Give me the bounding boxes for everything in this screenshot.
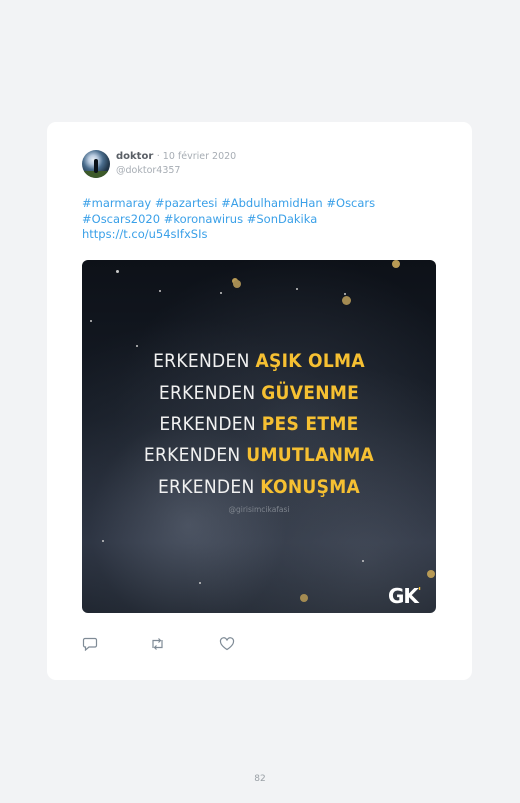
- tweet-date: · 10 février 2020: [156, 151, 237, 162]
- quote-line-4: ERKENDEN UMUTLANMA: [143, 444, 375, 466]
- decor-dot: [159, 290, 161, 292]
- display-name[interactable]: doktor: [116, 151, 153, 162]
- decor-dot: [116, 270, 119, 273]
- decor-dot: [90, 320, 92, 322]
- decor-dot: [233, 280, 241, 288]
- decor-dot: [344, 293, 346, 295]
- like-icon[interactable]: [219, 636, 235, 651]
- decor-dot: [342, 296, 351, 305]
- tweet-card: doktor · 10 février 2020 @doktor4357 #ma…: [47, 122, 472, 680]
- decor-dot: [362, 560, 364, 562]
- reply-icon[interactable]: [82, 636, 98, 652]
- decor-dot: [392, 260, 400, 268]
- decor-dot: [199, 582, 201, 584]
- decor-dot: [136, 345, 138, 347]
- gk-logo: GK': [388, 584, 421, 608]
- decor-dot: [296, 288, 298, 290]
- decor-dot: [220, 292, 222, 294]
- avatar[interactable]: [82, 150, 110, 178]
- decor-dot: [102, 540, 104, 542]
- tweet-text[interactable]: #marmaray #pazartesi #AbdulhamidHan #Osc…: [82, 196, 392, 243]
- quote-line-3: ERKENDEN PES ETME: [159, 413, 359, 435]
- page-number: 82: [254, 774, 266, 784]
- tweet-author: doktor · 10 février 2020: [116, 151, 236, 162]
- decor-dot: [300, 594, 308, 602]
- retweet-icon[interactable]: [149, 636, 165, 650]
- image-watermark: @girisimcikafasi: [228, 505, 290, 514]
- user-handle[interactable]: @doktor4357: [116, 165, 180, 176]
- quote-line-2: ERKENDEN GÜVENME: [158, 382, 360, 404]
- tweet-image[interactable]: ERKENDEN AŞIK OLMA ERKENDEN GÜVENME ERKE…: [82, 260, 436, 613]
- quote-line-5: ERKENDEN KONUŞMA: [157, 476, 361, 498]
- quote-line-1: ERKENDEN AŞIK OLMA: [153, 350, 365, 372]
- decor-dot: [427, 570, 435, 578]
